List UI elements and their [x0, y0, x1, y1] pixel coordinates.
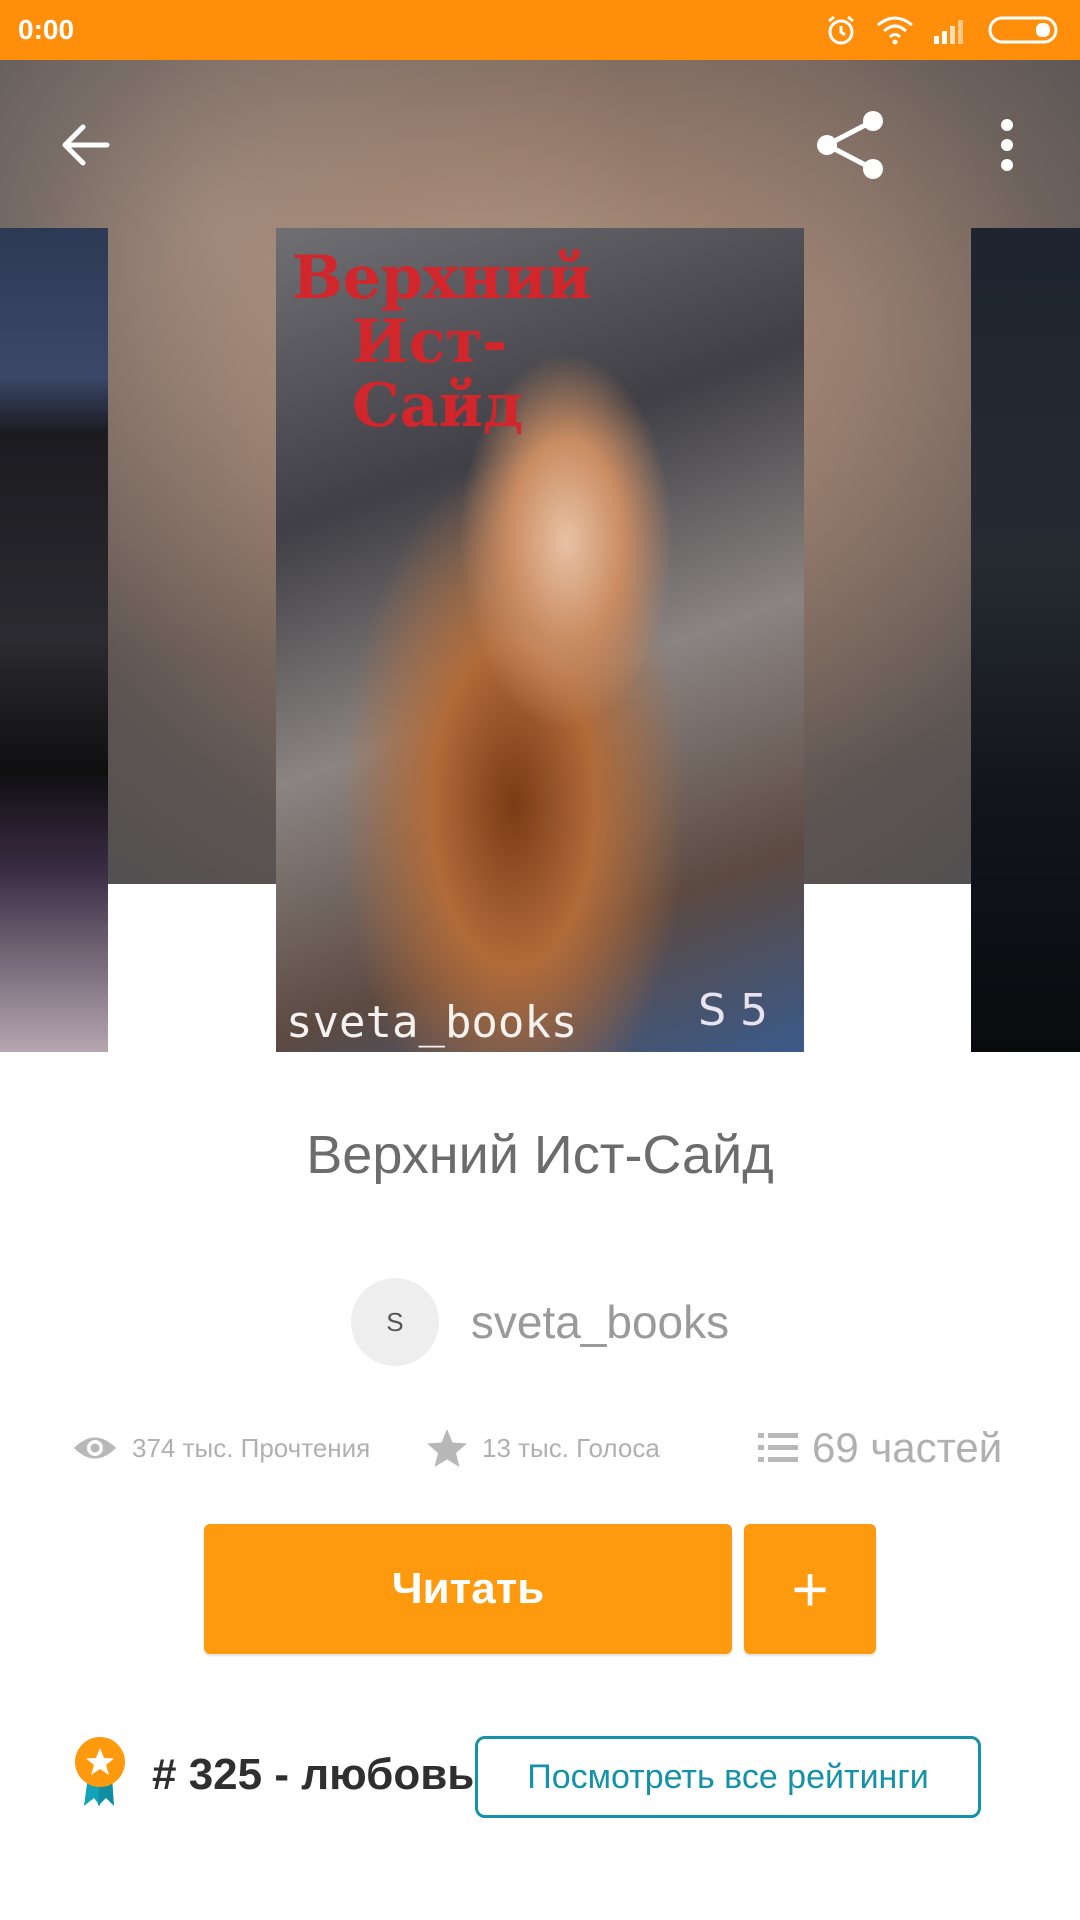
- share-button[interactable]: [806, 100, 896, 190]
- more-vertical-icon: [1001, 119, 1013, 171]
- avatar[interactable]: S: [350, 1278, 439, 1366]
- parts-count: 69 частей: [812, 1424, 1003, 1471]
- reads-count: 374 тыс. Прочтения: [132, 1432, 371, 1463]
- cover-badge: S 5: [698, 985, 768, 1036]
- stat-parts[interactable]: 69 частей: [758, 1418, 1002, 1478]
- back-arrow-icon: [62, 124, 110, 166]
- read-button[interactable]: Читать: [204, 1524, 732, 1654]
- cover-title: Верхний Ист-Сайд: [292, 246, 632, 438]
- author-name[interactable]: sveta_books: [471, 1295, 729, 1349]
- book-cover[interactable]: Верхний Ист-Сайд sveta_books S 5: [276, 228, 804, 1052]
- toolbar: [0, 60, 1080, 228]
- status-time: 0:00: [18, 14, 75, 45]
- signal-icon: [934, 20, 963, 44]
- battery-icon: [988, 16, 1058, 44]
- cover-title-line1: Верхний: [292, 243, 592, 313]
- eye-icon: [74, 1437, 116, 1459]
- list-icon: [758, 1433, 798, 1462]
- star-icon: [427, 1429, 467, 1467]
- ranking-row: # 325 - любовь Посмотреть все рейтинги: [0, 1736, 1080, 1826]
- author-row[interactable]: S sveta_books: [0, 1278, 1080, 1366]
- ribbon-award-icon: [75, 1737, 125, 1806]
- next-book-cover[interactable]: [971, 228, 1080, 1052]
- cover-author: sveta_books: [286, 997, 578, 1048]
- wifi-icon: [877, 16, 913, 45]
- avatar-letter: S: [386, 1306, 404, 1337]
- status-icons: [824, 13, 1062, 47]
- view-all-rankings-button[interactable]: Посмотреть все рейтинги: [475, 1736, 981, 1818]
- status-bar: 0:00: [0, 0, 1080, 60]
- alarm-icon: [828, 15, 854, 45]
- stat-reads: 374 тыс. Прочтения: [72, 1418, 370, 1478]
- back-button[interactable]: [40, 100, 130, 190]
- votes-count: 13 тыс. Голоса: [482, 1432, 660, 1463]
- ranking-text: # 325 - любовь: [152, 1750, 475, 1799]
- share-icon: [817, 111, 883, 179]
- add-to-library-button[interactable]: +: [744, 1524, 876, 1654]
- book-title: Верхний Ист-Сайд: [306, 1125, 774, 1185]
- stat-votes: 13 тыс. Голоса: [426, 1418, 660, 1478]
- more-options-button[interactable]: [962, 100, 1052, 190]
- previous-book-cover[interactable]: [0, 228, 108, 1052]
- stats-row: 374 тыс. Прочтения 13 тыс. Голоса 69 час…: [0, 1418, 1080, 1478]
- cover-title-line2: Ист-Сайд: [352, 307, 524, 441]
